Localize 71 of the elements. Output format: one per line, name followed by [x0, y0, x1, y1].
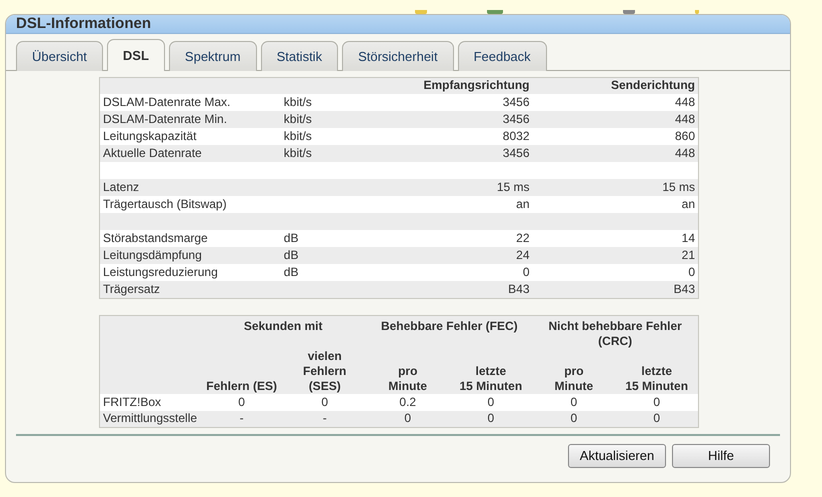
row-label: DSLAM-Datenrate Max.: [100, 94, 281, 111]
column-group-header: Behebbare Fehler (FEC): [366, 315, 532, 348]
column-group-header: Sekunden mit: [200, 315, 366, 348]
row-label: Latenz: [100, 179, 281, 196]
table-cell: 22: [380, 230, 532, 247]
table-cell: 14: [532, 230, 698, 247]
table-cell: 860: [532, 128, 698, 145]
table-cell: an: [532, 196, 698, 213]
table-cell: B43: [380, 281, 532, 298]
row-label: Aktuelle Datenrate: [100, 145, 281, 162]
tab[interactable]: Störsicherheit: [342, 41, 454, 70]
row-label: Vermittlungsstelle: [100, 410, 200, 428]
action-button[interactable]: Hilfe: [672, 444, 770, 468]
table-cell: 0: [615, 410, 698, 428]
column-header: Empfangsrichtung: [380, 77, 532, 94]
column-header: pro Minute: [366, 348, 450, 394]
table-cell: 3456: [380, 94, 532, 111]
table-cell: an: [380, 196, 532, 213]
table-cell: 0: [200, 394, 284, 410]
table-cell: 0: [532, 264, 698, 281]
row-label: DSLAM-Datenrate Min.: [100, 111, 281, 128]
column-header: letzte 15 Minuten: [449, 348, 532, 394]
table-cell: 0: [615, 394, 698, 410]
table-cell: 0: [532, 394, 616, 410]
tab[interactable]: Spektrum: [168, 41, 257, 70]
table-cell: 448: [532, 94, 698, 111]
tab[interactable]: DSL: [106, 39, 165, 70]
panel-title: DSL-Informationen: [16, 15, 151, 33]
table-cell: 448: [532, 145, 698, 162]
column-group-header: Nicht behebbare Fehler (CRC): [532, 315, 698, 348]
unit-cell: dB: [280, 247, 381, 264]
unit-cell: kbit/s: [280, 145, 381, 162]
row-label: Trägertausch (Bitswap): [100, 196, 281, 213]
row-label: Trägersatz: [100, 281, 281, 298]
tab[interactable]: Statistik: [260, 41, 338, 70]
table-cell: -: [283, 410, 366, 428]
column-header: letzte 15 Minuten: [615, 348, 698, 394]
unit-cell: dB: [280, 230, 381, 247]
row-label: Leistungsreduzierung: [100, 264, 281, 281]
unit-cell: dB: [280, 264, 381, 281]
table-cell: 3456: [380, 111, 532, 128]
row-label: Störabstandsmarge: [100, 230, 281, 247]
column-header: pro Minute: [532, 348, 616, 394]
table-cell: 0: [449, 394, 532, 410]
column-header: Senderichtung: [532, 77, 698, 94]
table-cell: 0: [449, 410, 532, 428]
column-header: vielen Fehlern (SES): [283, 348, 366, 394]
row-label: Leitungsdämpfung: [100, 247, 281, 264]
tab[interactable]: Übersicht: [16, 41, 103, 70]
unit-cell: kbit/s: [280, 111, 381, 128]
table-cell: 8032: [380, 128, 532, 145]
column-header: Fehlern (ES): [200, 348, 284, 394]
table-cell: 0: [380, 264, 532, 281]
tab[interactable]: Feedback: [458, 41, 547, 70]
table-cell: 21: [532, 247, 698, 264]
unit-cell: kbit/s: [280, 128, 381, 145]
row-label: FRITZ!Box: [100, 394, 200, 410]
table-cell: 0: [283, 394, 366, 410]
table-cell: B43: [532, 281, 698, 298]
table-cell: 15 ms: [380, 179, 532, 196]
row-label: Leitungskapazität: [100, 128, 281, 145]
table-cell: 3456: [380, 145, 532, 162]
table-cell: 0: [366, 410, 450, 428]
table-cell: 448: [532, 111, 698, 128]
unit-cell: kbit/s: [280, 94, 381, 111]
table-cell: -: [200, 410, 284, 428]
table-cell: 0.2: [366, 394, 450, 410]
table-cell: 24: [380, 247, 532, 264]
table-cell: 0: [532, 410, 616, 428]
table-cell: 15 ms: [532, 179, 698, 196]
action-button[interactable]: Aktualisieren: [568, 444, 666, 468]
